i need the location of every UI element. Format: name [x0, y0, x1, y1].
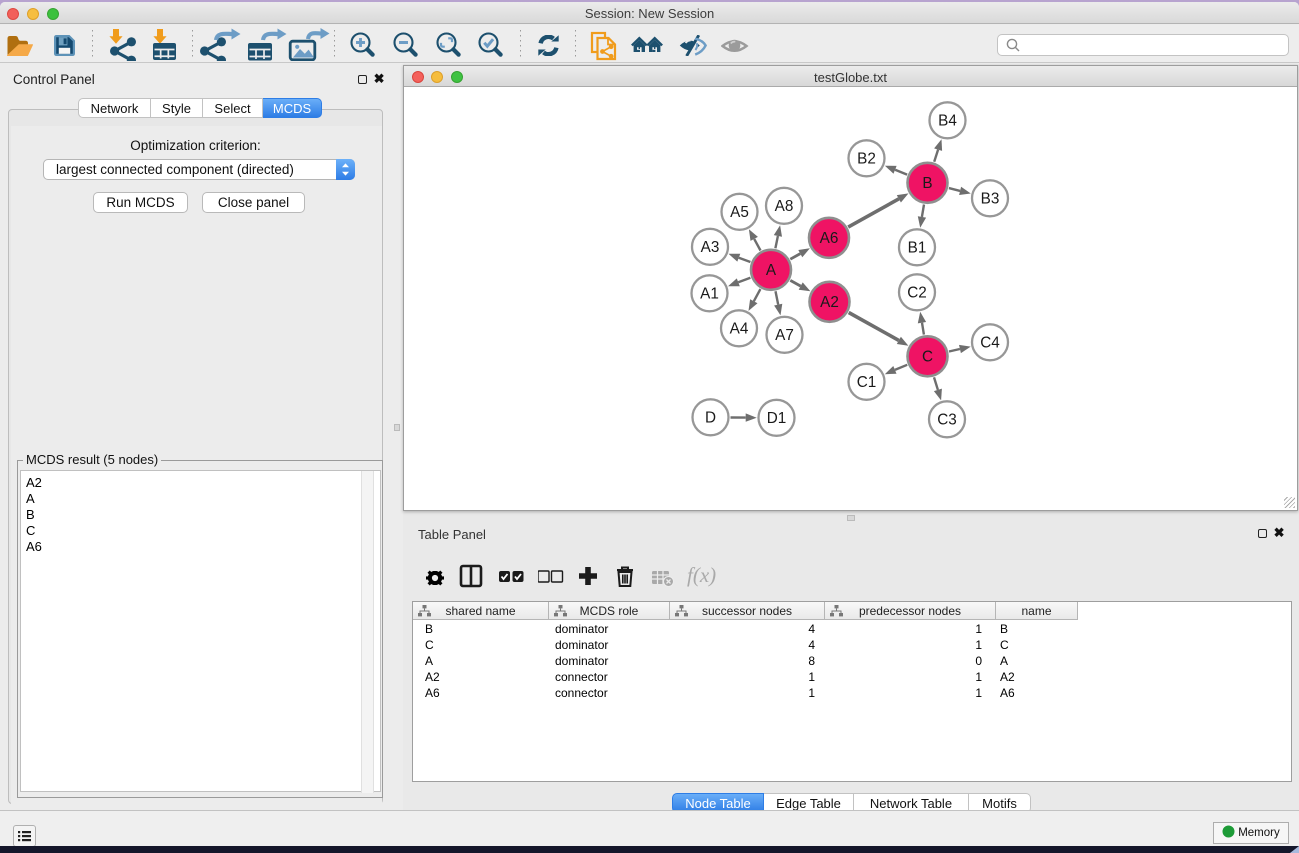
- svg-text:B: B: [922, 175, 932, 192]
- svg-text:A1: A1: [700, 285, 719, 302]
- svg-text:C2: C2: [907, 284, 927, 301]
- svg-text:A7: A7: [775, 327, 794, 344]
- svg-text:A5: A5: [730, 204, 749, 221]
- svg-text:B2: B2: [857, 150, 876, 167]
- svg-text:D: D: [705, 409, 716, 426]
- svg-text:A4: A4: [730, 320, 749, 337]
- svg-text:A3: A3: [701, 239, 720, 256]
- svg-text:D1: D1: [767, 410, 787, 427]
- svg-text:A8: A8: [775, 198, 794, 215]
- svg-text:A: A: [766, 262, 777, 279]
- svg-text:A6: A6: [820, 230, 839, 247]
- svg-text:C: C: [922, 348, 933, 365]
- svg-text:A2: A2: [820, 294, 839, 311]
- svg-text:C1: C1: [857, 374, 877, 391]
- svg-text:B4: B4: [938, 112, 957, 129]
- svg-text:B1: B1: [908, 239, 927, 256]
- svg-text:C4: C4: [980, 334, 1000, 351]
- svg-text:B3: B3: [981, 190, 1000, 207]
- svg-text:C3: C3: [937, 411, 957, 428]
